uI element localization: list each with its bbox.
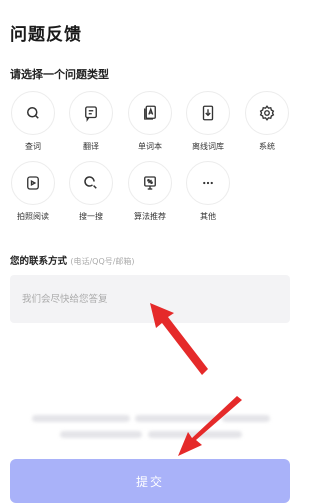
category-label: 单词本 (138, 142, 162, 151)
category-other[interactable]: 其他 (184, 161, 232, 222)
category-search-more[interactable]: 搜一搜 (67, 161, 115, 222)
settings-gear-icon (259, 105, 275, 121)
algorithm-recommend-icon (144, 176, 156, 190)
category-label: 拍照阅读 (17, 212, 49, 221)
category-label: 离线词库 (192, 142, 224, 151)
category-label: 翻译 (83, 142, 99, 151)
contact-hint: (电话/QQ号/邮箱) (70, 257, 135, 266)
category-system[interactable]: 系统 (243, 91, 291, 152)
offline-dictionary-icon (202, 105, 214, 121)
category-label: 搜一搜 (79, 212, 103, 221)
annotation-arrow-icon (150, 303, 208, 375)
category-offline-dictionary[interactable]: 离线词库 (184, 91, 232, 152)
search-icon (27, 107, 39, 119)
blurred-line (32, 415, 130, 422)
category-photo-reading[interactable]: 拍照阅读 (9, 161, 57, 222)
search-more-icon (84, 176, 97, 189)
wordbook-icon (144, 105, 156, 120)
category-label: 系统 (259, 142, 275, 151)
blurred-line (60, 431, 142, 438)
category-translate[interactable]: 翻译 (67, 91, 115, 152)
photo-reading-icon (27, 176, 39, 190)
contact-label: 您的联系方式 (电话/QQ号/邮箱) (10, 256, 135, 267)
translate-icon (85, 106, 97, 122)
page-title: 问题反馈 (10, 25, 82, 45)
more-dots-icon (203, 181, 213, 185)
category-label: 其他 (200, 212, 216, 221)
category-section-label: 请选择一个问题类型 (10, 68, 109, 81)
category-algorithm-recommend[interactable]: 算法推荐 (126, 161, 174, 222)
category-label: 算法推荐 (134, 212, 166, 221)
annotation-arrow-icon (178, 396, 242, 456)
category-label: 查词 (25, 142, 41, 151)
category-search[interactable]: 查词 (9, 91, 57, 152)
category-wordbook[interactable]: 单词本 (126, 91, 174, 152)
submit-button[interactable]: 提交 (10, 459, 290, 503)
